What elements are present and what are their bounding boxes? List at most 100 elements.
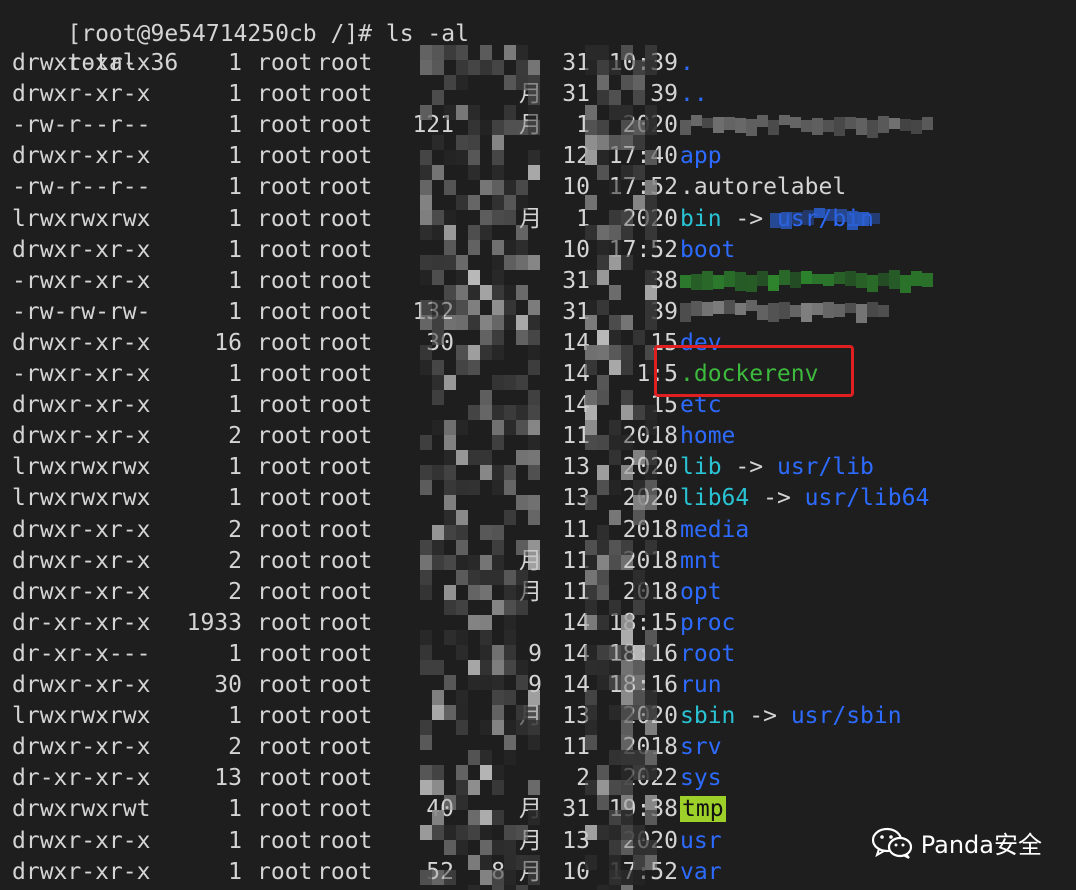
row-group: root (317, 329, 373, 356)
mosaic-block (432, 90, 444, 105)
mosaic-block (867, 302, 878, 317)
mosaic-block (492, 405, 504, 420)
mosaic-block (597, 585, 609, 600)
mosaic-block (621, 765, 633, 780)
mosaic-block (691, 301, 702, 316)
mosaic-block (504, 195, 516, 210)
row-group: root (317, 734, 373, 761)
entry-name: boot (680, 236, 736, 263)
mosaic-block (492, 285, 504, 300)
mosaic-block (597, 345, 609, 360)
mosaic-block (609, 555, 621, 570)
mosaic-block (597, 660, 609, 675)
mosaic-block (528, 360, 540, 375)
mosaic-block (492, 840, 504, 855)
mosaic-block (597, 615, 609, 630)
mosaic-block (420, 435, 432, 450)
row-perm: lrwxrwxrwx (12, 703, 151, 730)
mosaic-block (633, 855, 645, 870)
mosaic-block (480, 210, 492, 225)
row-links: 30 (214, 672, 242, 698)
mosaic-block (456, 105, 468, 120)
mosaic-block (504, 300, 516, 315)
row-user: root (257, 143, 313, 170)
mosaic-block (597, 780, 609, 795)
mosaic-block (528, 540, 540, 555)
mosaic-block (724, 300, 735, 314)
mosaic-block (585, 495, 597, 510)
mosaic-block (878, 116, 889, 133)
mosaic-block (621, 750, 633, 765)
mosaic-block (492, 780, 504, 795)
mosaic-block (825, 209, 836, 221)
mosaic-block (856, 118, 867, 135)
mosaic-block (444, 495, 456, 510)
mosaic-block (645, 795, 657, 810)
mosaic-block (528, 465, 540, 480)
mosaic-block (801, 120, 812, 132)
mosaic-block (779, 270, 790, 285)
row-links: 1 (228, 143, 242, 170)
row-group: root (317, 672, 373, 698)
mosaic-block (468, 780, 480, 795)
row-links: 2 (228, 423, 242, 450)
mosaic-block (680, 303, 691, 322)
mosaic-block (444, 510, 456, 525)
mosaic-block (420, 480, 432, 495)
mosaic-block (609, 240, 621, 255)
mosaic-block (528, 735, 540, 750)
mosaic-block (480, 315, 492, 330)
mosaic-block (597, 375, 609, 390)
row-perm: dr-xr-xr-x (12, 765, 151, 792)
mosaic-block (621, 795, 633, 810)
mosaic-block (597, 60, 609, 75)
mosaic-block (456, 765, 468, 780)
mosaic-block (444, 45, 456, 60)
mosaic-block (468, 405, 480, 420)
mosaic-block (645, 840, 657, 855)
mosaic-block (492, 570, 504, 585)
mosaic-block (645, 315, 657, 330)
mosaic-block (420, 645, 432, 660)
row-group: root (317, 81, 373, 108)
mosaic-block (792, 212, 803, 224)
mosaic-block (504, 660, 516, 675)
mosaic-block (757, 115, 768, 127)
mosaic-block (444, 525, 456, 540)
mosaic-block (609, 345, 621, 360)
mosaic-block (609, 480, 621, 495)
mosaic-block (757, 271, 768, 286)
mosaic-block (456, 60, 468, 75)
mosaic-block (609, 60, 621, 75)
mosaic-block (585, 690, 597, 705)
mosaic-block (713, 117, 724, 133)
mosaic-block (790, 305, 801, 317)
mosaic-block (456, 705, 468, 720)
mosaic-block (585, 315, 597, 330)
mosaic-block (621, 135, 633, 150)
row-perm: drwxr-xr-x (12, 672, 151, 698)
row-user: root (257, 734, 313, 761)
mosaic-block (597, 45, 609, 60)
mosaic-block (609, 255, 621, 270)
mosaic-block (444, 75, 456, 90)
row-group: root (317, 578, 373, 605)
mosaic-block (621, 705, 633, 720)
mosaic-block (504, 375, 516, 390)
mosaic-block (444, 315, 456, 330)
row-user: root (257, 174, 313, 201)
dockerenv-highlight-box (654, 345, 854, 397)
mosaic-block (468, 660, 480, 675)
row-perm: lrwxrwxrwx (12, 454, 151, 481)
row-links: 1 (228, 174, 242, 201)
mosaic-block (456, 420, 468, 435)
entry-name: home (680, 423, 736, 450)
mosaic-block (633, 705, 645, 720)
mosaic-block (585, 150, 597, 165)
mosaic-block (633, 495, 645, 510)
mosaic-block (609, 180, 621, 195)
mosaic-block (480, 180, 492, 195)
mosaic-block (468, 165, 480, 180)
mosaic-block (432, 705, 444, 720)
mosaic-block (856, 273, 867, 288)
